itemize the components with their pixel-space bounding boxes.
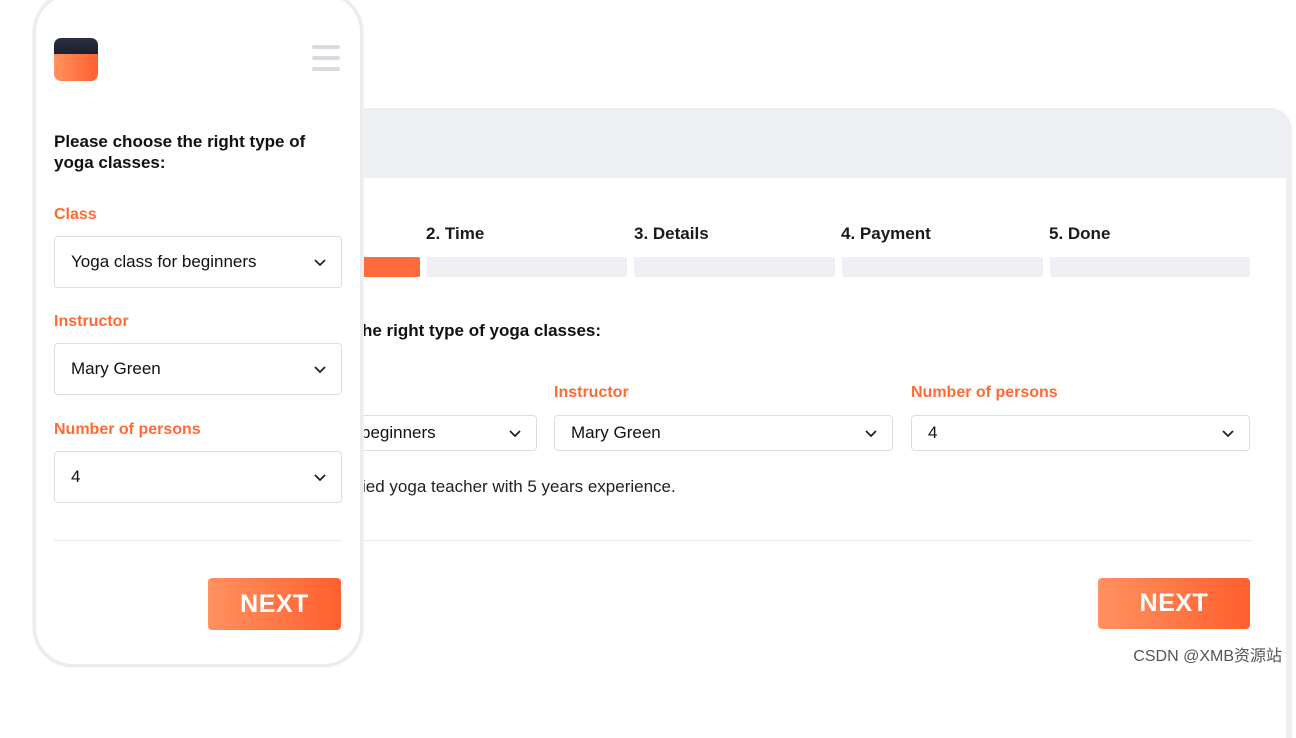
mobile-divider [54, 540, 342, 541]
progress-bar-done [1050, 257, 1250, 277]
step-done[interactable]: 5. Done [1049, 224, 1110, 244]
mobile-persons-select[interactable]: 4 [54, 451, 342, 503]
desktop-divider [362, 540, 1252, 541]
chevron-down-icon [865, 430, 877, 438]
desktop-persons-select[interactable]: 4 [911, 415, 1250, 451]
desktop-widget-header [300, 108, 1292, 178]
mobile-frame [33, 0, 363, 667]
step-time[interactable]: 2. Time [426, 224, 484, 244]
chevron-down-icon [314, 474, 326, 482]
mobile-question: Please choose the right type of yoga cla… [54, 132, 306, 172]
logo-icon[interactable] [54, 38, 98, 81]
desktop-next-button[interactable]: NEXT [1098, 578, 1250, 629]
mobile-class-label: Class [54, 206, 97, 223]
desktop-instructor-label: Instructor [554, 384, 629, 401]
progress-bar-payment [842, 257, 1043, 277]
desktop-instructor-select[interactable]: Mary Green [554, 415, 893, 451]
mobile-class-select[interactable]: Yoga class for beginners [54, 236, 342, 288]
watermark-text: CSDN @XMB资源站 [1133, 648, 1282, 665]
progress-bar-service [362, 257, 420, 277]
desktop-class-value: beginners [361, 423, 436, 442]
step-details[interactable]: 3. Details [634, 224, 709, 244]
mobile-class-value: Yoga class for beginners [71, 252, 257, 271]
step-payment[interactable]: 4. Payment [841, 224, 931, 244]
mobile-instructor-value: Mary Green [71, 359, 161, 378]
chevron-down-icon [314, 259, 326, 267]
desktop-instructor-description: ied yoga teacher with 5 years experience… [362, 477, 676, 496]
mobile-instructor-label: Instructor [54, 313, 129, 330]
desktop-instructor-value: Mary Green [571, 423, 661, 442]
mobile-next-button[interactable]: NEXT [208, 578, 341, 630]
mobile-persons-label: Number of persons [54, 421, 201, 438]
mobile-instructor-select[interactable]: Mary Green [54, 343, 342, 395]
progress-bar-time [427, 257, 627, 277]
chevron-down-icon [509, 430, 521, 438]
hamburger-menu-icon[interactable] [312, 45, 342, 73]
chevron-down-icon [314, 366, 326, 374]
progress-bar-details [634, 257, 835, 277]
desktop-question: he right type of yoga classes: [362, 321, 602, 340]
mobile-persons-value: 4 [71, 467, 81, 486]
desktop-widget-border [1286, 178, 1292, 738]
chevron-down-icon [1222, 430, 1234, 438]
desktop-persons-value: 4 [928, 423, 938, 442]
desktop-persons-label: Number of persons [911, 384, 1058, 401]
